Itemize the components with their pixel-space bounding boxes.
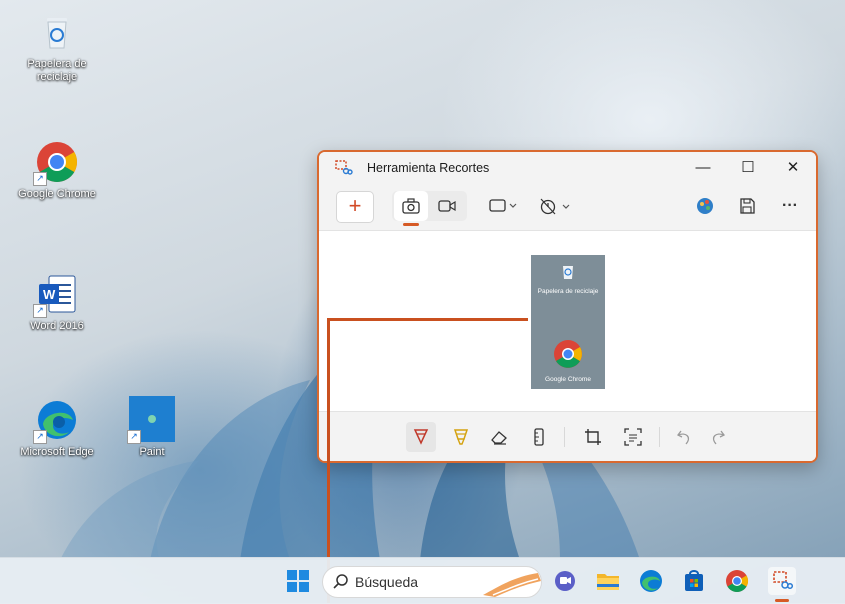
- active-mode-indicator: [403, 223, 419, 226]
- eraser-icon: [491, 431, 507, 445]
- window-title: Herramienta Recortes: [367, 161, 490, 175]
- shortcut-arrow-icon: ↗: [33, 430, 47, 444]
- ruler-icon: [534, 428, 544, 446]
- file-explorer-button[interactable]: [594, 567, 622, 595]
- crop-button[interactable]: [578, 422, 608, 452]
- maximize-button[interactable]: ☐: [725, 152, 771, 184]
- start-button[interactable]: [284, 567, 312, 595]
- recycle-bin-icon: [35, 10, 79, 54]
- minimize-button[interactable]: —: [680, 152, 726, 184]
- new-snip-button[interactable]: +: [336, 191, 374, 223]
- edge-icon: ↗: [33, 398, 79, 444]
- close-button[interactable]: ✕: [770, 152, 816, 184]
- desktop-icon-label: Microsoft Edge: [20, 446, 94, 458]
- highlighter-icon: [453, 429, 469, 445]
- save-button[interactable]: [732, 191, 762, 221]
- chrome-taskbar-button[interactable]: [723, 567, 751, 595]
- word-icon: W ↗: [33, 272, 79, 318]
- edge-icon: [640, 570, 662, 592]
- paint-button[interactable]: [690, 191, 720, 221]
- highlighter-button[interactable]: [446, 422, 476, 452]
- recycle-bin-icon: [563, 266, 573, 279]
- markup-toolbar: [319, 411, 816, 461]
- undo-button[interactable]: [669, 422, 699, 452]
- shortcut-arrow-icon: ↗: [127, 430, 141, 444]
- toolbar: + ···: [319, 184, 816, 231]
- camera-mode-button[interactable]: [394, 191, 428, 221]
- video-mode-button[interactable]: [430, 191, 464, 221]
- desktop-icon-chrome[interactable]: ↗ Google Chrome: [12, 140, 102, 201]
- ballpoint-pen-icon: [413, 429, 429, 445]
- desktop-icon-recycle-bin[interactable]: Papelera de reciclaje: [12, 10, 102, 84]
- paint-palette-icon: [697, 198, 713, 214]
- snipping-tool-window: Herramienta Recortes — ☐ ✕ + ··· Papeler…: [317, 150, 818, 463]
- search-placeholder: Búsqueda: [355, 574, 419, 590]
- desktop-icon-paint[interactable]: ↗ Paint: [107, 396, 197, 459]
- captured-snip: Papelera de reciclaje Google Chrome: [531, 255, 605, 389]
- toolbar-separator: [564, 427, 565, 447]
- chat-button[interactable]: [551, 567, 579, 595]
- desktop-icon-label: Word 2016: [30, 320, 84, 332]
- text-actions-button[interactable]: [618, 422, 648, 452]
- title-bar[interactable]: Herramienta Recortes — ☐ ✕: [319, 152, 816, 184]
- captured-recycle-bin: Papelera de reciclaje: [531, 261, 605, 296]
- taskbar: Búsqueda: [0, 557, 845, 604]
- taskbar-search[interactable]: Búsqueda: [322, 566, 542, 598]
- shortcut-arrow-icon: ↗: [33, 172, 47, 186]
- redo-button[interactable]: [703, 422, 733, 452]
- delay-timer-dropdown[interactable]: [534, 191, 578, 221]
- annotation-line: [327, 318, 528, 321]
- shortcut-arrow-icon: ↗: [33, 304, 47, 318]
- ballpoint-pen-button[interactable]: [406, 422, 436, 452]
- snip-shape-dropdown[interactable]: [484, 191, 524, 221]
- edge-taskbar-button[interactable]: [637, 567, 665, 595]
- paint-icon: ↗: [127, 396, 175, 444]
- chrome-icon: [554, 340, 582, 368]
- chrome-icon: [726, 570, 748, 592]
- start-icon: [287, 570, 309, 592]
- more-button[interactable]: ···: [774, 191, 806, 221]
- snipping-tool-taskbar-button[interactable]: [768, 567, 796, 595]
- desktop-icon-word[interactable]: W ↗ Word 2016: [12, 272, 102, 333]
- camera-icon: [402, 198, 420, 214]
- desktop-icon-label: Paint: [139, 446, 165, 458]
- redo-icon: [712, 430, 725, 445]
- save-icon: [740, 198, 755, 214]
- toolbar-separator: [659, 427, 660, 447]
- word-badge: W: [43, 287, 56, 302]
- store-icon: [685, 570, 703, 591]
- search-highlight-art: [483, 573, 541, 597]
- captured-chrome: Google Chrome: [531, 339, 605, 384]
- captured-icon-label: Google Chrome: [545, 376, 591, 383]
- file-explorer-icon: [597, 574, 619, 590]
- store-button[interactable]: [680, 567, 708, 595]
- undo-icon: [677, 430, 690, 445]
- desktop-icon-edge[interactable]: ↗ Microsoft Edge: [12, 398, 102, 459]
- desktop-icon-label: Papelera de reciclaje: [27, 58, 87, 83]
- teams-chat-icon: [555, 571, 575, 591]
- eraser-button[interactable]: [484, 422, 514, 452]
- snipping-tool-icon: [335, 160, 353, 176]
- snip-canvas: Papelera de reciclaje Google Chrome: [319, 231, 816, 411]
- search-icon: [333, 574, 348, 589]
- ruler-button[interactable]: [524, 422, 554, 452]
- rectangle-mode-icon: [489, 199, 517, 212]
- captured-icon-label: Papelera de reciclaje: [537, 288, 599, 295]
- text-actions-icon: [624, 428, 642, 446]
- desktop-icon-label: Google Chrome: [18, 188, 96, 200]
- chrome-icon: ↗: [33, 140, 79, 186]
- snipping-tool-icon: [773, 571, 794, 590]
- crop-icon: [585, 429, 601, 445]
- timer-icon: [540, 198, 570, 215]
- running-app-indicator: [775, 599, 789, 602]
- video-icon: [438, 200, 456, 212]
